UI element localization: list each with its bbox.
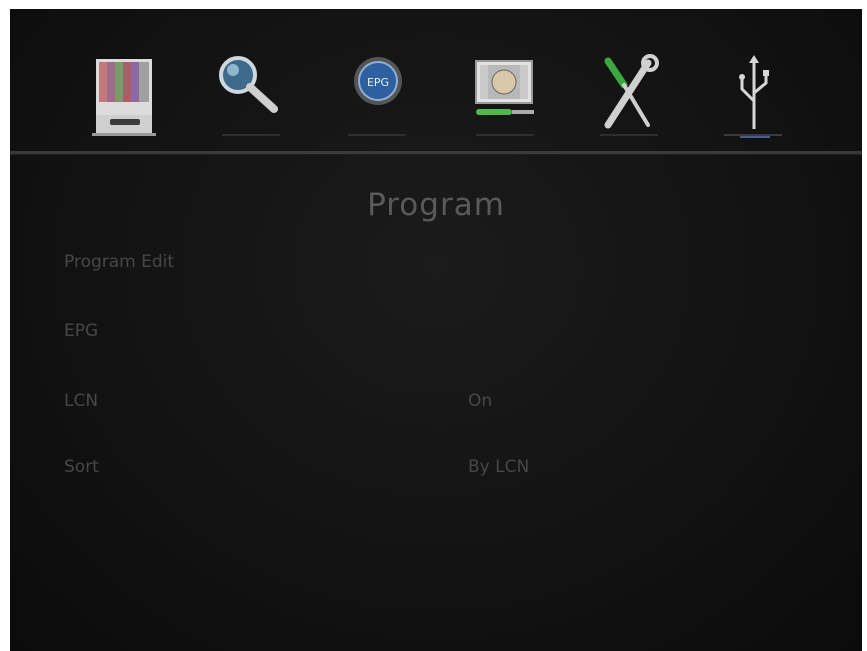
menu-row-epg[interactable]: EPG bbox=[10, 314, 862, 348]
lcn-label: LCN bbox=[64, 391, 99, 411]
program-settings-list: Program Edit EPG LCN On Sort By LCN bbox=[10, 9, 862, 651]
sort-value[interactable]: By LCN bbox=[468, 450, 529, 484]
sort-label: Sort bbox=[64, 457, 99, 477]
menu-row-sort[interactable]: Sort By LCN bbox=[10, 450, 862, 484]
menu-row-program-edit[interactable]: Program Edit bbox=[10, 245, 862, 279]
menu-row-lcn[interactable]: LCN On bbox=[10, 384, 862, 418]
tv-screen: EPG Program Program Edit EPG LCN On Sort… bbox=[10, 9, 862, 651]
epg-label: EPG bbox=[64, 321, 99, 341]
lcn-value[interactable]: On bbox=[468, 384, 492, 418]
program-edit-label: Program Edit bbox=[64, 252, 175, 272]
